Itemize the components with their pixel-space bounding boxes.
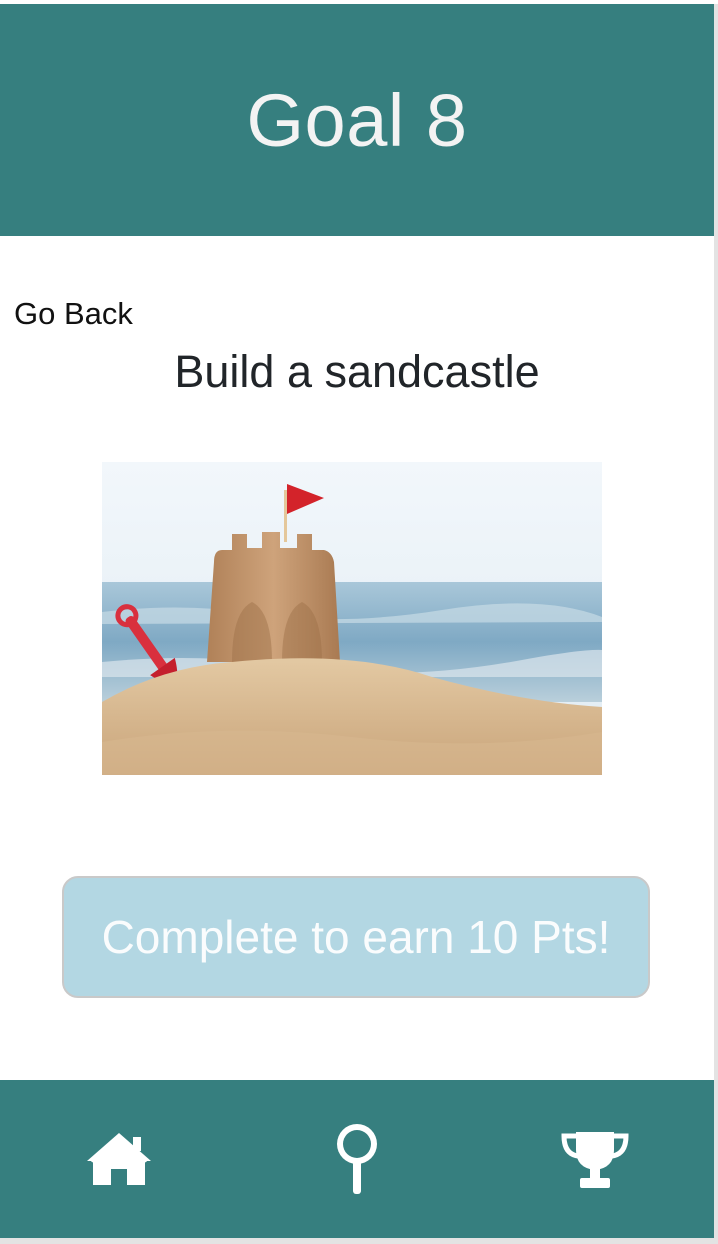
page-title: Goal 8 — [246, 78, 468, 162]
nav-home-button[interactable] — [0, 1080, 238, 1238]
bottom-nav — [0, 1080, 714, 1238]
home-icon — [87, 1133, 151, 1185]
bottom-divider — [0, 1238, 714, 1244]
nav-trophy-button[interactable] — [476, 1080, 714, 1238]
page-header: Goal 8 — [0, 4, 714, 236]
go-back-link[interactable]: Go Back — [14, 296, 133, 332]
app-screen: Goal 8 Go Back Build a sandcastle Comple… — [0, 4, 718, 1244]
goal-title: Build a sandcastle — [174, 346, 540, 397]
complete-goal-button[interactable]: Complete to earn 10 Pts! — [62, 876, 650, 998]
trophy-icon — [561, 1132, 629, 1188]
nav-search-button[interactable] — [238, 1080, 476, 1238]
magnifier-icon — [337, 1124, 377, 1194]
goal-image — [102, 462, 602, 775]
